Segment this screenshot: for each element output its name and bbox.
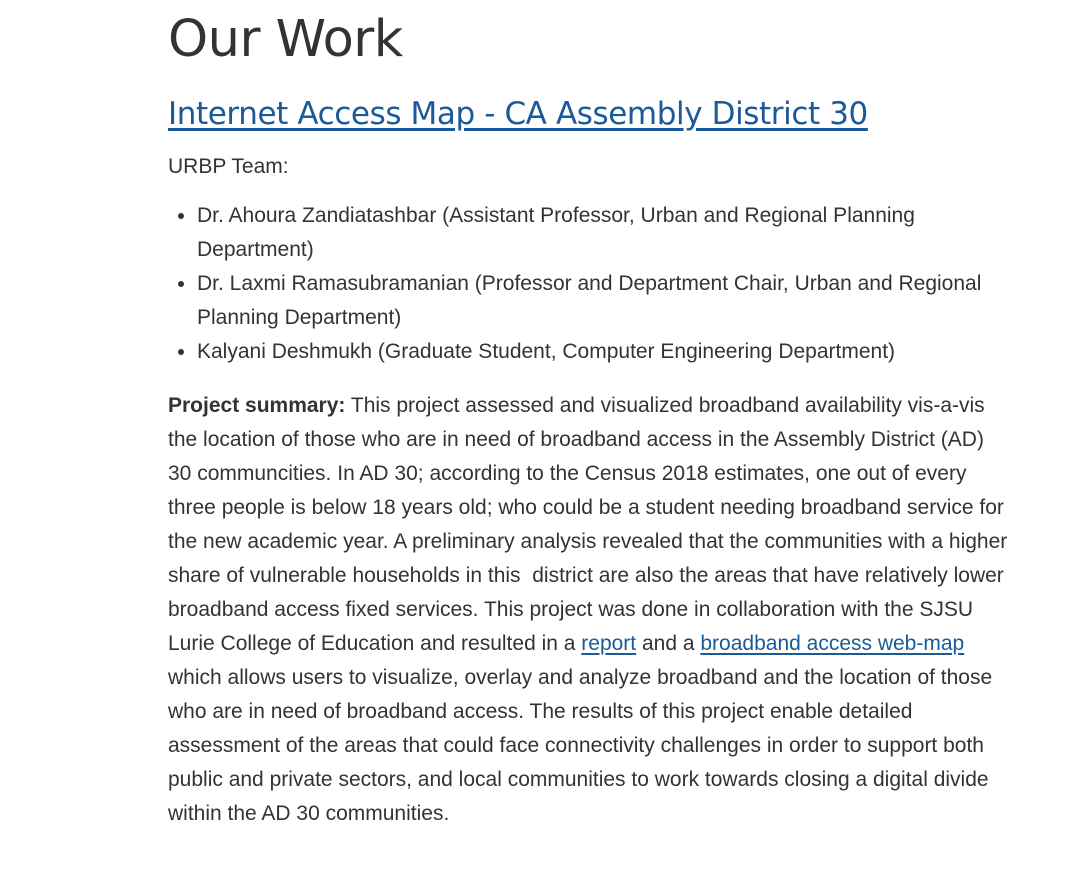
team-member: Dr. Ahoura Zandiatashbar (Assistant Prof… bbox=[197, 199, 1013, 267]
team-member: Kalyani Deshmukh (Graduate Student, Comp… bbox=[197, 335, 1013, 369]
team-list: Dr. Ahoura Zandiatashbar (Assistant Prof… bbox=[168, 199, 1013, 369]
team-label: URBP Team: bbox=[168, 155, 289, 178]
report-link[interactable]: report bbox=[581, 632, 636, 655]
summary-label: Project summary: bbox=[168, 394, 346, 417]
summary-text: and a bbox=[636, 632, 701, 655]
summary-text: which allows users to visualize, overlay… bbox=[168, 666, 993, 825]
project-summary: Project summary: This project assessed a… bbox=[168, 389, 1013, 831]
page-title: Our Work bbox=[168, 10, 403, 69]
main-content: Our Work Internet Access Map - CA Assemb… bbox=[168, 0, 1013, 831]
summary-text: This project assessed and visualized bro… bbox=[168, 394, 1008, 655]
team-member: Dr. Laxmi Ramasubramanian (Professor and… bbox=[197, 267, 1013, 335]
project-title-link[interactable]: Internet Access Map - CA Assembly Distri… bbox=[168, 94, 868, 134]
broadband-web-map-link[interactable]: broadband access web-map bbox=[700, 632, 964, 655]
